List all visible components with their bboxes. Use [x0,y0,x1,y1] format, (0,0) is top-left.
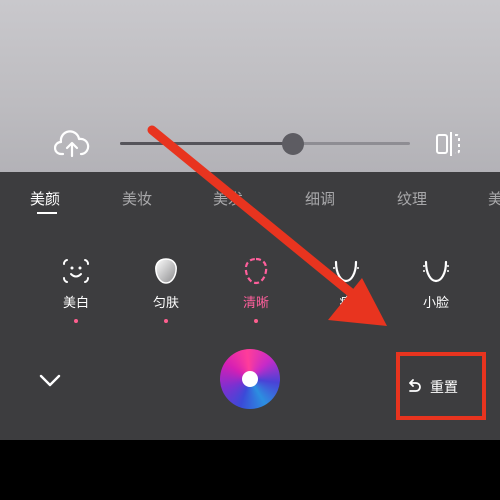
slider-thumb[interactable] [282,133,304,155]
smooth-skin-icon [155,258,177,284]
feature-whitening[interactable]: 美白 [46,256,106,323]
feature-label: 匀肤 [152,296,179,311]
feature-label: 小脸 [422,296,449,311]
adjusted-dot [164,319,168,323]
clarity-icon [244,257,268,285]
apply-button-core [242,371,258,387]
smile-face-icon [63,259,89,283]
feature-label: 瘦 [339,296,353,311]
compare-icon[interactable] [433,128,463,160]
chevron-down-icon[interactable] [36,368,64,392]
small-face-icon [423,260,449,283]
face-contour-icon [333,260,359,283]
tab-beauty[interactable]: 美颜 [30,188,60,209]
intensity-slider[interactable] [120,142,410,145]
adjusted-dot [74,319,78,323]
feature-label: 美白 [62,296,89,311]
tab-fine-tune[interactable]: 细调 [305,188,335,209]
apply-button[interactable] [220,349,280,409]
active-tab-indicator [37,212,57,214]
feature-label: 清晰 [242,296,269,311]
feature-slim-face[interactable]: 瘦 [316,256,376,311]
feature-small-face[interactable]: 小脸 [406,256,466,311]
bottom-bar [0,440,500,500]
tab-hair[interactable]: 美发 [213,188,243,209]
tab-texture[interactable]: 纹理 [397,188,427,209]
tab-more[interactable]: 美 [488,188,500,209]
tab-makeup[interactable]: 美妆 [122,188,152,209]
feature-clarity[interactable]: 清晰 [226,256,286,323]
adjusted-dot [254,319,258,323]
category-tabs: 美颜 美妆 美发 细调 纹理 美 [0,172,500,224]
feature-smooth-skin[interactable]: 匀肤 [136,256,196,323]
cloud-upload-icon[interactable] [54,128,90,160]
annotation-box [396,352,486,420]
slider-fill [120,142,292,145]
